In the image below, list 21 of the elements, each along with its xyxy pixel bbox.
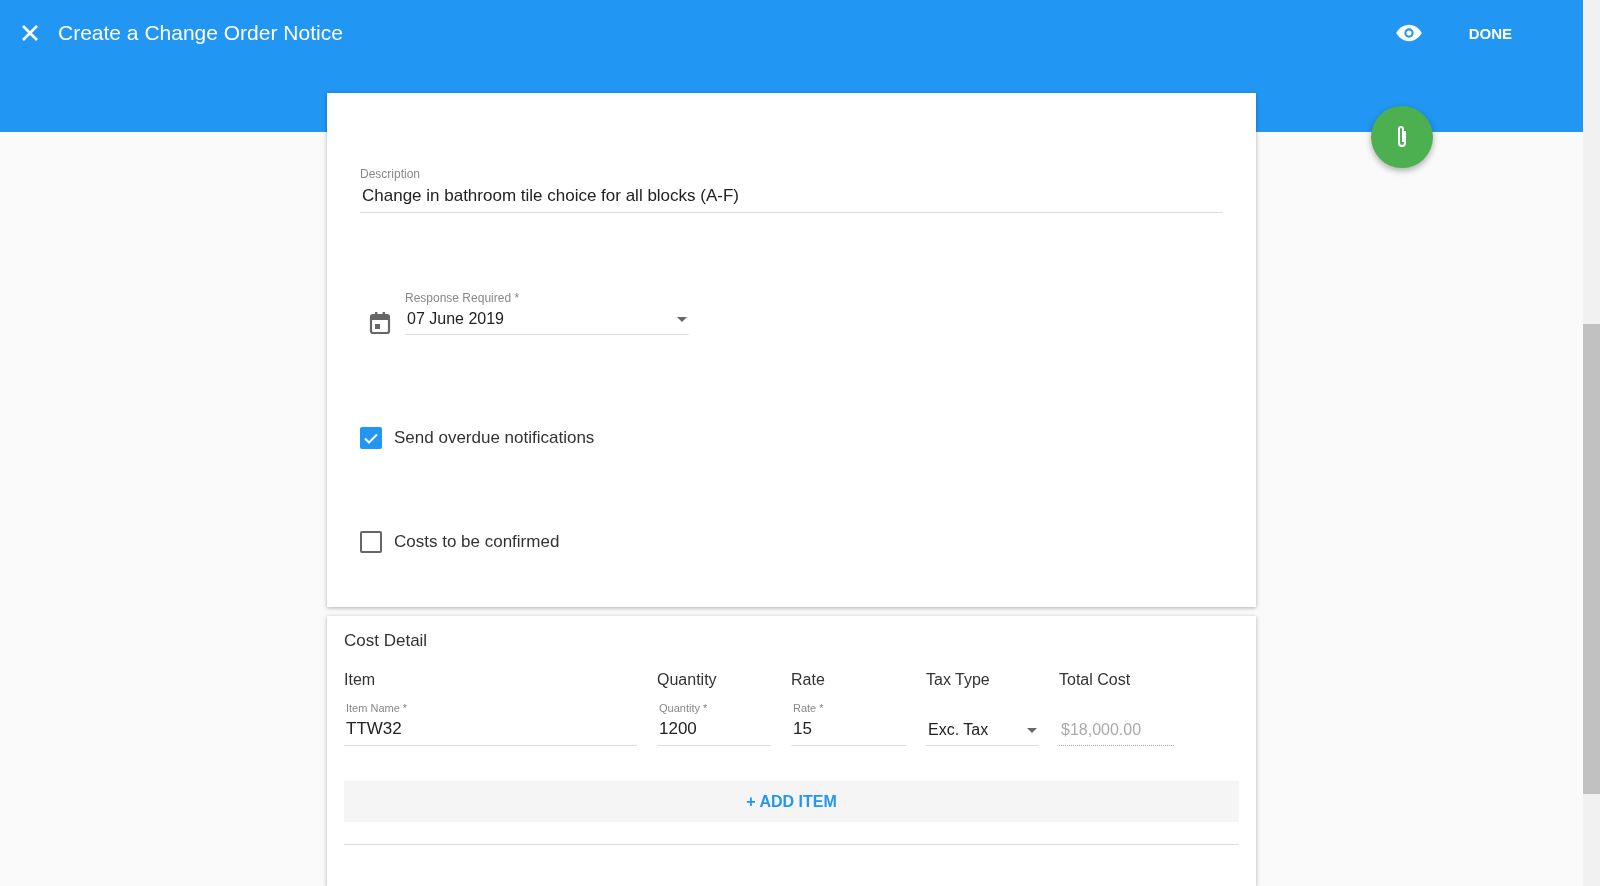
description-field[interactable]: Change in bathroom tile choice for all blocks (A-F) — [360, 181, 1223, 213]
quantity-field[interactable]: 1200 — [657, 714, 771, 746]
item-name-field[interactable]: TTW32 — [344, 714, 637, 746]
column-header: Quantity — [657, 671, 718, 689]
column-header: Total Cost — [1059, 671, 1132, 689]
column-header: Item — [344, 671, 377, 689]
field-label: Item Name * — [346, 702, 409, 714]
column-header: Tax Type — [926, 671, 991, 689]
field-label: Response Required * — [405, 291, 521, 305]
checkbox-option[interactable]: Send overdue notifications — [360, 427, 1223, 449]
field-label: Rate * — [793, 702, 825, 714]
column-header: Rate — [791, 671, 826, 689]
section-title: Cost Detail — [344, 631, 429, 651]
field-label: Quantity * — [659, 702, 709, 714]
rate-field[interactable]: 15 — [791, 714, 906, 746]
total-cost-field: $18,000.00 — [1059, 716, 1174, 746]
field-label: Description — [360, 167, 422, 181]
date-dropdown[interactable]: 07 June 2019 — [405, 305, 689, 335]
tax-type-dropdown[interactable]: Exc. Tax — [926, 716, 1039, 746]
window-title: Create a Change Order Notice — [58, 21, 344, 45]
checkbox-option[interactable]: Costs to be confirmed — [360, 531, 1223, 553]
